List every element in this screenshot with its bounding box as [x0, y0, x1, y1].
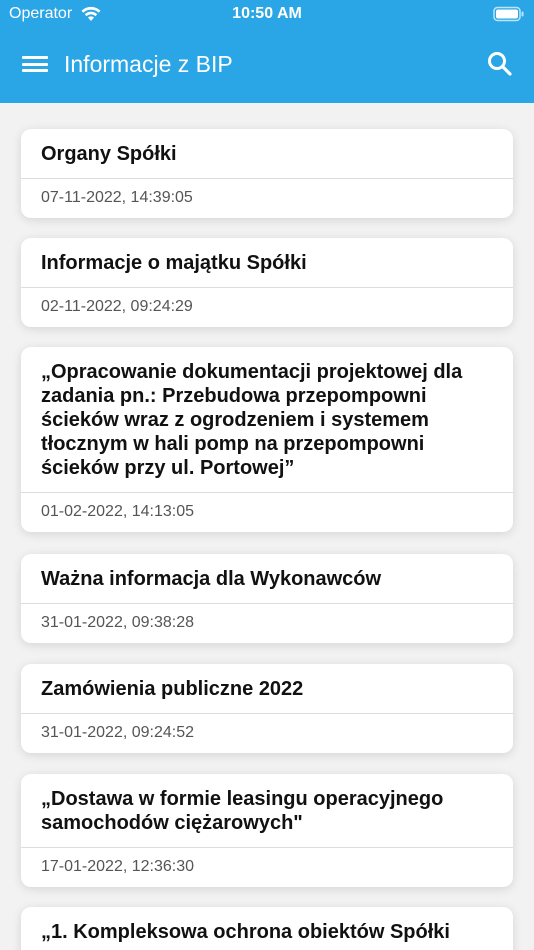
list-item[interactable]: Zamówienia publiczne 2022 31-01-2022, 09… [21, 664, 513, 753]
list-item[interactable]: Ważna informacja dla Wykonawców 31-01-20… [21, 554, 513, 643]
status-time: 10:50 AM [232, 5, 302, 22]
item-title: Ważna informacja dla Wykonawców [21, 554, 513, 604]
item-title: Informacje o majątku Spółki [21, 238, 513, 288]
item-date: 17-01-2022, 12:36:30 [41, 858, 195, 875]
bip-list[interactable]: Organy Spółki 07-11-2022, 14:39:05 Infor… [0, 103, 534, 950]
item-date: 01-02-2022, 14:13:05 [41, 503, 195, 520]
battery-icon [493, 6, 524, 22]
list-item[interactable]: Informacje o majątku Spółki 02-11-2022, … [21, 238, 513, 327]
nav-bar: Informacje z BIP [0, 36, 534, 94]
app-header: Operator 10:50 AM Informacje z BIP [0, 0, 534, 103]
item-date: 07-11-2022, 14:39:05 [41, 189, 193, 206]
page-title: Informacje z BIP [64, 51, 233, 77]
item-title: „Dostawa w formie leasingu operacyjnego … [21, 774, 513, 848]
item-title: „1. Kompleksowa ochrona obiektów Spółki [21, 907, 513, 950]
item-title: Zamówienia publiczne 2022 [21, 664, 513, 714]
item-date: 31-01-2022, 09:24:52 [41, 724, 195, 741]
hamburger-menu-icon[interactable] [22, 52, 48, 76]
item-title: „Opracowanie dokumentacji projektowej dl… [21, 347, 513, 493]
list-item[interactable]: „Opracowanie dokumentacji projektowej dl… [21, 347, 513, 532]
item-title: Organy Spółki [21, 129, 513, 179]
item-date: 02-11-2022, 09:24:29 [41, 298, 193, 315]
status-bar: Operator 10:50 AM [0, 0, 534, 30]
list-item[interactable]: Organy Spółki 07-11-2022, 14:39:05 [21, 129, 513, 218]
search-icon[interactable] [486, 50, 514, 78]
list-item[interactable]: „Dostawa w formie leasingu operacyjnego … [21, 774, 513, 887]
list-item[interactable]: „1. Kompleksowa ochrona obiektów Spółki [21, 907, 513, 950]
item-date: 31-01-2022, 09:38:28 [41, 614, 195, 631]
